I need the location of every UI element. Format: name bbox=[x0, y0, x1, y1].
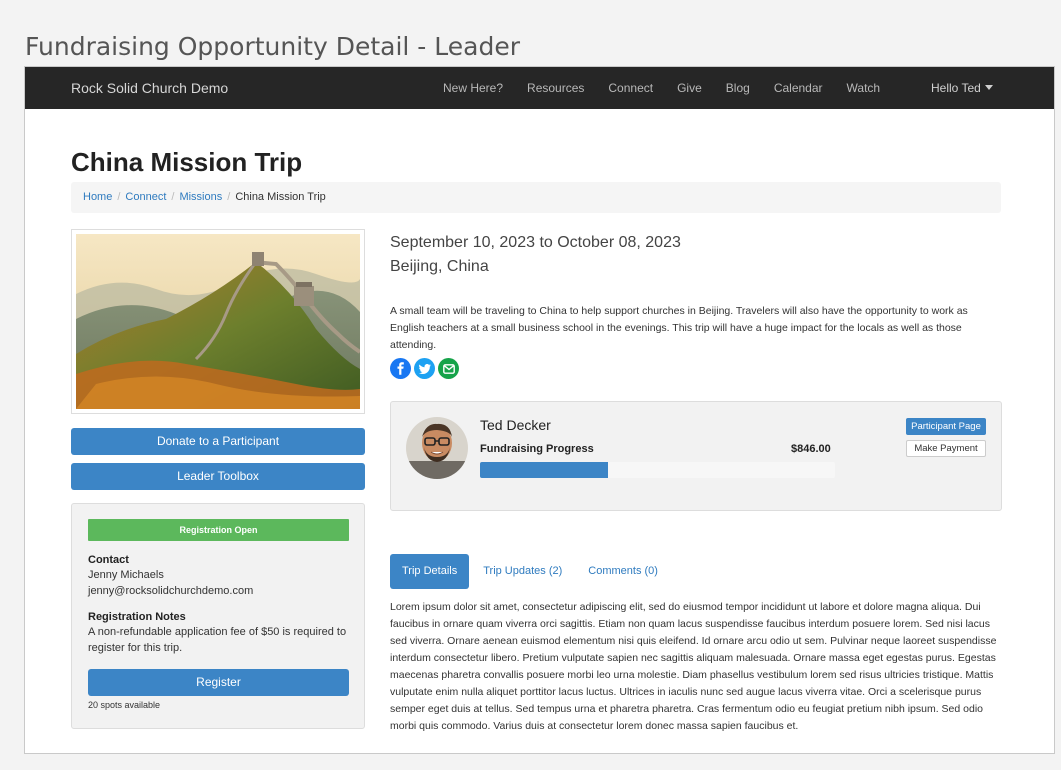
breadcrumb-missions[interactable]: Missions bbox=[179, 191, 222, 203]
nav-links: New Here? Resources Connect Give Blog Ca… bbox=[443, 81, 904, 95]
leader-toolbox-button[interactable]: Leader Toolbox bbox=[71, 463, 365, 490]
nav-link-resources[interactable]: Resources bbox=[527, 81, 584, 95]
trip-image bbox=[71, 229, 365, 414]
site-brand[interactable]: Rock Solid Church Demo bbox=[71, 80, 228, 96]
fundraising-amount: $846.00 bbox=[791, 443, 831, 455]
nav-link-blog[interactable]: Blog bbox=[726, 81, 750, 95]
contact-email[interactable]: jenny@rocksolidchurchdemo.com bbox=[88, 583, 353, 599]
contact-label: Contact bbox=[88, 554, 129, 566]
screenshot-caption: Fundraising Opportunity Detail - Leader bbox=[25, 32, 520, 61]
registration-notes-text: A non-refundable application fee of $50 … bbox=[88, 626, 347, 654]
top-navbar: Rock Solid Church Demo New Here? Resourc… bbox=[25, 67, 1054, 109]
user-greeting: Hello Ted bbox=[931, 81, 981, 95]
breadcrumb: Home / Connect / Missions / China Mission Trip bbox=[71, 182, 1001, 213]
participant-name: Ted Decker bbox=[480, 417, 551, 433]
nav-link-give[interactable]: Give bbox=[677, 81, 702, 95]
fundraising-progress-label: Fundraising Progress bbox=[480, 443, 594, 455]
status-badge: Registration Open bbox=[88, 519, 349, 541]
spots-available: 20 spots available bbox=[88, 700, 161, 710]
nav-link-new-here[interactable]: New Here? bbox=[443, 81, 503, 95]
breadcrumb-separator: / bbox=[117, 191, 121, 203]
user-menu[interactable]: Hello Ted bbox=[931, 81, 993, 95]
participant-page-button[interactable]: Participant Page bbox=[906, 418, 986, 435]
breadcrumb-connect[interactable]: Connect bbox=[125, 191, 166, 203]
trip-location: Beijing, China bbox=[390, 258, 489, 275]
email-icon[interactable] bbox=[438, 358, 459, 379]
trip-description: A small team will be traveling to China … bbox=[390, 305, 968, 351]
breadcrumb-separator: / bbox=[227, 191, 231, 203]
fundraising-progress-bar bbox=[480, 462, 835, 478]
trip-dates: September 10, 2023 to October 08, 2023 bbox=[390, 234, 681, 251]
browser-frame: Rock Solid Church Demo New Here? Resourc… bbox=[24, 66, 1055, 754]
twitter-icon[interactable] bbox=[414, 358, 435, 379]
facebook-icon[interactable] bbox=[390, 358, 411, 379]
tab-trip-details[interactable]: Trip Details bbox=[390, 554, 470, 589]
participant-card: Ted Decker Fundraising Progress $846.00 … bbox=[390, 401, 1002, 511]
progress-fill bbox=[480, 462, 608, 478]
great-wall-photo bbox=[76, 234, 360, 409]
contact-name: Jenny Michaels bbox=[88, 569, 164, 581]
caret-down-icon bbox=[984, 85, 993, 90]
nav-link-watch[interactable]: Watch bbox=[847, 81, 881, 95]
page-title: China Mission Trip bbox=[71, 147, 303, 177]
registration-info-panel: Registration Open Contact Jenny Michaels… bbox=[71, 503, 365, 729]
breadcrumb-home[interactable]: Home bbox=[83, 191, 112, 203]
detail-tabs: Trip Details Trip Updates (2) Comments (… bbox=[390, 554, 672, 589]
nav-link-calendar[interactable]: Calendar bbox=[774, 81, 823, 95]
trip-details-text: Lorem ipsum dolor sit amet, consectetur … bbox=[390, 601, 997, 732]
avatar bbox=[406, 417, 468, 479]
breadcrumb-separator: / bbox=[171, 191, 175, 203]
tab-comments[interactable]: Comments (0) bbox=[576, 554, 670, 589]
make-payment-button[interactable]: Make Payment bbox=[906, 440, 986, 457]
nav-link-connect[interactable]: Connect bbox=[608, 81, 653, 95]
register-button[interactable]: Register bbox=[88, 669, 349, 696]
tab-trip-updates[interactable]: Trip Updates (2) bbox=[471, 554, 574, 589]
registration-notes-label: Registration Notes bbox=[88, 611, 186, 623]
breadcrumb-current: China Mission Trip bbox=[235, 191, 326, 203]
donate-button[interactable]: Donate to a Participant bbox=[71, 428, 365, 455]
